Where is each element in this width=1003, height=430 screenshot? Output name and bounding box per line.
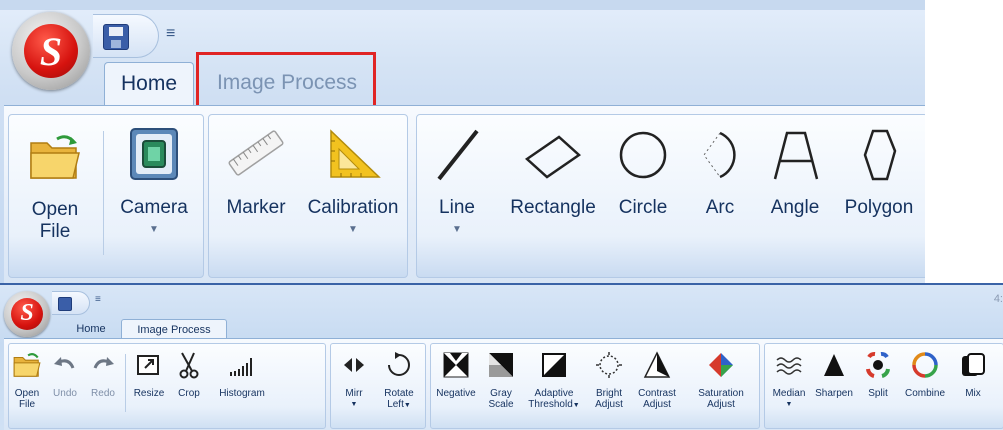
rectangle-icon [524,135,582,179]
circle-button[interactable]: Circle [607,119,679,219]
chevron-down-icon: ▼ [350,401,358,408]
group-filters: Median ▼ Sharpen Split Combine Mix [764,343,1003,429]
group-measure-tools: Line ▼ Rectangle Circle Arc Angle Polygo… [416,114,925,278]
ruler-icon [228,130,284,176]
qat-customize-icon[interactable]: ≡ [95,294,101,305]
chevron-down-icon: ▼ [403,402,411,409]
open-folder-icon [13,353,41,377]
ribbon-small: S ≡ 4: Home Image Process Open File Undo… [0,283,1003,430]
split-button[interactable]: Split [859,348,897,399]
rectangle-button[interactable]: Rectangle [503,119,603,219]
calibration-button[interactable]: Calibration ▼ [301,119,405,241]
open-file-button[interactable]: Open File [9,348,45,410]
polygon-button[interactable]: Polygon [835,119,923,219]
saturation-adjust-button[interactable]: Saturation Adjust [685,348,757,410]
sharpen-button[interactable]: Sharpen [811,348,857,399]
save-icon[interactable] [103,24,129,50]
gray-scale-button[interactable]: Gray Scale [481,348,521,410]
app-logo: S [11,298,43,330]
arc-button[interactable]: Arc [685,119,755,219]
group-transform: Mirr ▼ Rotate Left▼ [330,343,426,429]
angle-icon [773,131,819,180]
crop-button[interactable]: Crop [171,348,207,399]
mix-icon [962,353,985,376]
chevron-down-icon: ▼ [348,224,358,235]
corner-text: 4: [993,293,1003,305]
median-icon [776,357,802,375]
rotate-left-icon [388,352,410,376]
line-button[interactable]: Line ▼ [423,119,491,241]
angle-button[interactable]: Angle [761,119,829,219]
scissors-icon [179,352,199,379]
combine-icon [912,352,938,378]
title-strip [0,0,925,10]
app-menu-button[interactable]: S [12,12,90,90]
mix-button[interactable]: Mix [953,348,993,399]
open-folder-icon [30,135,80,179]
qat-customize-icon[interactable]: ≡ [166,25,175,43]
chevron-down-icon: ▼ [572,402,580,409]
quick-access-toolbar [93,14,159,58]
combine-button[interactable]: Combine [899,348,951,399]
mirror-icon [344,358,364,372]
polygon-icon [863,129,897,181]
arc-icon [703,131,736,179]
resize-icon [137,355,159,375]
negative-icon [443,352,469,378]
undo-icon [54,357,75,369]
chevron-down-icon: ▼ [452,224,462,235]
set-square-icon [330,129,381,178]
threshold-icon [542,353,566,377]
histogram-button[interactable]: Histogram [211,348,273,399]
negative-button[interactable]: Negative [431,348,481,399]
camera-button[interactable]: Camera ▼ [109,119,199,241]
median-button[interactable]: Median ▼ [767,348,811,410]
split-icon [866,351,890,378]
bright-adjust-button[interactable]: Bright Adjust [587,348,631,410]
undo-button[interactable]: Undo [47,348,83,399]
mirror-button[interactable]: Mirr ▼ [333,348,375,410]
separator [103,131,104,255]
histogram-icon [230,358,252,376]
adaptive-threshold-button[interactable]: Adaptive Threshold▼ [523,348,585,411]
app-menu-button[interactable]: S [4,291,50,337]
open-file-button[interactable]: Open File [11,119,99,243]
rotate-left-button[interactable]: Rotate Left▼ [377,348,421,411]
chevron-down-icon: ▼ [149,224,159,235]
group-file-edit: Open File Undo Redo Resize Crop Histogra… [8,343,326,429]
separator [125,354,126,412]
group-measure-setup: Marker Calibration ▼ [208,114,408,278]
app-logo: S [24,24,78,78]
sharpen-icon [824,354,844,376]
resize-button[interactable]: Resize [129,348,169,399]
ribbon-body: Open File Undo Redo Resize Crop Histogra… [4,338,1003,430]
group-adjust: Negative Gray Scale Adaptive Threshold▼ [430,343,760,429]
grayscale-icon [489,353,513,377]
tab-image-process[interactable]: Image Process [121,319,227,339]
ribbon-body: Open File Camera ▼ Marker Calibration ▼ … [4,105,925,283]
ribbon-zoomed: S ≡ Home Image Process Open File Camera … [0,0,925,283]
save-icon[interactable] [58,297,72,311]
saturation-icon [709,353,733,377]
redo-icon [93,357,114,369]
circle-icon [619,131,667,179]
line-icon [437,129,479,181]
group-file: Open File Camera ▼ [8,114,204,278]
brightness-icon [596,352,622,378]
marker-button[interactable]: Marker [213,119,299,219]
contrast-icon [643,351,671,378]
contrast-adjust-button[interactable]: Contrast Adjust [631,348,683,410]
chevron-down-icon: ▼ [785,401,793,408]
redo-button[interactable]: Redo [85,348,121,399]
quick-access-toolbar [52,291,90,315]
camera-icon [130,128,178,180]
tab-home[interactable]: Home [66,319,116,339]
tab-home[interactable]: Home [104,62,194,106]
